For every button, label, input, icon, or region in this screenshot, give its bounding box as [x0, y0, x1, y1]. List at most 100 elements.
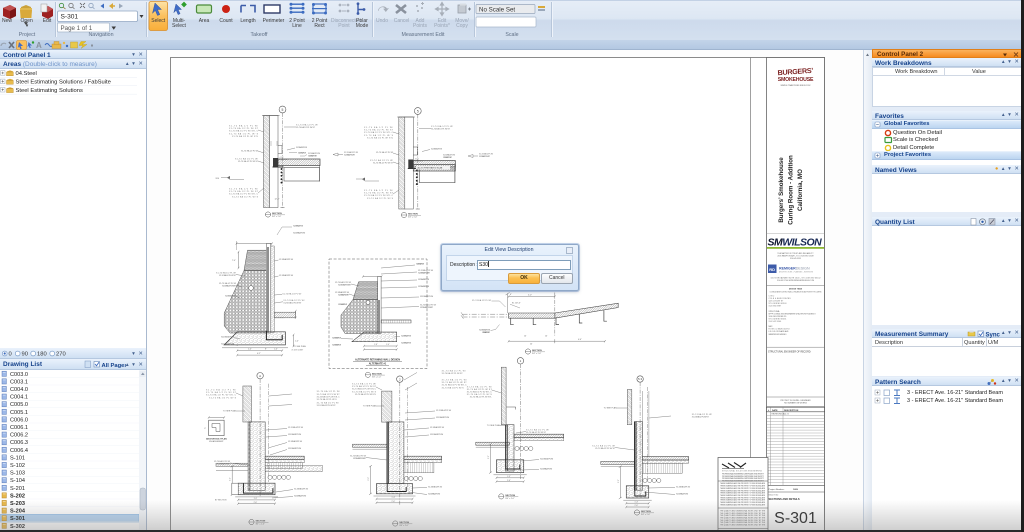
svg-text:X1-T4 EA 1/2 PL W/: X1-T4 EA 1/2 PL W/ [443, 153, 456, 156]
svg-text:X1-T4 EA 1/2 PL W/ ST: X1-T4 EA 1/2 PL W/ ST [308, 154, 318, 157]
svg-text:X1-T4 EA 1/2 PL W/ ST: X1-T4 EA 1/2 PL W/ ST [229, 190, 259, 193]
svg-text:X1-T4 EA 1/2 PL W/ ST: X1-T4 EA 1/2 PL W/ ST [238, 160, 259, 163]
svg-text:X1-T4 EA 1/2 PL W/: X1-T4 EA 1/2 PL W/ [241, 150, 258, 153]
svg-text:90: 90 [22, 352, 28, 358]
svg-text:180: 180 [37, 352, 47, 358]
svg-text:California, MO: California, MO [797, 169, 804, 211]
svg-text:S-101: S-101 [10, 455, 25, 461]
svg-text:TO SEE PLAN: TO SEE PLAN [223, 410, 237, 413]
svg-text:X1-T4 EA 1/2 PL W/: X1-T4 EA 1/2 PL W/ [288, 447, 301, 450]
svg-text:DESIGN TEAM: DESIGN TEAM [789, 288, 803, 291]
svg-text:X1-T4 EA 1/2 PL W/ ST: X1-T4 EA 1/2 PL W/ ST [443, 156, 453, 159]
svg-text:C005.0: C005.0 [10, 402, 28, 408]
svg-text:X1-T4 EA 1/2 PL W/ S: X1-T4 EA 1/2 PL W/ S [317, 398, 338, 401]
svg-text:ROSS & BARUZZINI: ROSS & BARUZZINI [769, 328, 791, 331]
svg-text:2'-2": 2'-2" [230, 477, 232, 481]
svg-text:ALTERNATE RETAINING WALL DESIG: ALTERNATE RETAINING WALL DESIGN [355, 359, 400, 362]
svg-text:X1-T4 EA 1/2 PL W/ S: X1-T4 EA 1/2 PL W/ S [364, 134, 394, 137]
svg-text:A: A [259, 374, 261, 378]
svg-text:314.682.1700 WWW.REMIGERDESIG: 314.682.1700 WWW.REMIGERDESIGN.COM [777, 280, 814, 282]
svg-text:X1-T4 EA 1/2 PL W/ STL: X1-T4 EA 1/2 PL W/ STL [367, 136, 394, 139]
svg-text:X1-T4 EA 1/2 PL W/ STL C: X1-T4 EA 1/2 PL W/ STL C [352, 388, 377, 391]
svg-text:270: 270 [56, 352, 66, 358]
svg-text:X1-T4 EA 1/2 PL W/ S: X1-T4 EA 1/2 PL W/ S [352, 390, 377, 393]
svg-text:X1-T4 EA 1/2 PL W/ ST: X1-T4 EA 1/2 PL W/ ST [595, 447, 616, 450]
svg-text:X1-T4 EA 1/2 PL W/ ST: X1-T4 EA 1/2 PL W/ ST [222, 285, 237, 288]
svg-text:S-103: S-103 [10, 471, 25, 477]
svg-text:X1-T4 EA 1/2 PL W/: X1-T4 EA 1/2 PL W/ [293, 225, 303, 228]
svg-text:2'-2": 2'-2" [368, 477, 370, 481]
svg-text:X1-T4 EA 1/2 PL W/ ST: X1-T4 EA 1/2 PL W/ ST [431, 128, 451, 131]
svg-text:C003.0: C003.0 [10, 372, 28, 378]
svg-text:314.984.9887: 314.984.9887 [769, 306, 782, 308]
svg-text:5'-0": 5'-0" [528, 295, 532, 297]
svg-text:X1-T4 EA 1/2 PL W/: X1-T4 EA 1/2 PL W/ [335, 291, 349, 294]
svg-text:C004.1: C004.1 [10, 395, 28, 401]
svg-text:X1-T4 EA 1/2 PL W/ ST: X1-T4 EA 1/2 PL W/ ST [317, 393, 341, 396]
svg-text:X1-T4 EA 1/2 PL W/: X1-T4 EA 1/2 PL W/ [370, 159, 393, 162]
svg-text:5: 5 [417, 109, 419, 113]
svg-text:X1-T4 EA 1/2 PL W/ S: X1-T4 EA 1/2 PL W/ S [442, 386, 465, 389]
svg-text:All Pages: All Pages [102, 363, 127, 369]
svg-text:X1-T4 EA 1/2 PL W/: X1-T4 EA 1/2 PL W/ [418, 278, 429, 281]
svg-text:X1-T4 EA 1/2 PL W/ ST: X1-T4 EA 1/2 PL W/ ST [219, 274, 237, 277]
svg-text:X1-T4 EA 1/2 PL W/: X1-T4 EA 1/2 PL W/ [420, 304, 436, 307]
svg-text:X1-T4 EA 1/2 PL W/: X1-T4 EA 1/2 PL W/ [592, 445, 615, 448]
svg-text:C006.1: C006.1 [10, 425, 28, 431]
svg-text:X1-T4 EA 1/2 PL W/ S: X1-T4 EA 1/2 PL W/ S [209, 396, 237, 399]
svg-text:3/4" = 1'-0": 3/4" = 1'-0" [372, 376, 382, 378]
svg-text:X1-T4 EA 1/2 PL W/: X1-T4 EA 1/2 PL W/ [338, 303, 347, 306]
svg-text:DATE: DATE [772, 409, 778, 412]
svg-text:TO SEE PLAN: TO SEE PLAN [487, 424, 501, 427]
svg-text:2'-2": 2'-2" [488, 455, 490, 459]
svg-text:X1-T4 EA 1/2 PL W/: X1-T4 EA 1/2 PL W/ [332, 337, 341, 340]
svg-text:X1-T4 EA 1/2 PL W/: X1-T4 EA 1/2 PL W/ [221, 336, 234, 339]
svg-text:ANCHOR BOLT PLAN: ANCHOR BOLT PLAN [206, 438, 227, 441]
svg-text:X1-T4 EA 1/2 PL W/: X1-T4 EA 1/2 PL W/ [431, 125, 453, 128]
svg-text:X1-T4 EA 1/2 PL W/ S: X1-T4 EA 1/2 PL W/ S [467, 393, 493, 396]
svg-text:X1-T4 EA 1/2 PL W/: X1-T4 EA 1/2 PL W/ [279, 258, 293, 261]
svg-text:2'-6": 2'-6" [635, 505, 639, 507]
svg-text:X1-T4 EA 1/2 PL W/ STL C: X1-T4 EA 1/2 PL W/ STL C [467, 391, 493, 394]
svg-text:X1-T4 EA 1/2 PL W/: X1-T4 EA 1/2 PL W/ [335, 281, 351, 284]
svg-text:X1-T4 EA 1/2 PL W/: X1-T4 EA 1/2 PL W/ [317, 390, 340, 393]
svg-text:SECTIONS AND DETAILS: SECTIONS AND DETAILS [769, 497, 800, 501]
svg-text:7'-4": 7'-4" [232, 260, 236, 262]
svg-text:C006.2: C006.2 [10, 433, 28, 439]
svg-text:X1-T4 EA 1/2 PL W/: X1-T4 EA 1/2 PL W/ [296, 146, 308, 149]
svg-text:6 S OLD ORCHARD AVE: 6 S OLD ORCHARD AVE [769, 330, 790, 333]
svg-text:X1-T4 EA 1/2 PL W/ STL C: X1-T4 EA 1/2 PL W/ STL C [317, 395, 341, 398]
svg-text:WEBSTER GROVES MO: WEBSTER GROVES MO [769, 334, 787, 336]
svg-text:X1-T4 EA 1/2 PL W/ STL C: X1-T4 EA 1/2 PL W/ STL C [229, 130, 259, 133]
svg-text:C006.0: C006.0 [10, 417, 28, 423]
svg-text:S-102: S-102 [10, 463, 25, 469]
svg-text:X1-T4 EA 1/2 PL W/: X1-T4 EA 1/2 PL W/ [442, 370, 466, 373]
svg-text:X1-T4 EA 1/2 PL W/ ST: X1-T4 EA 1/2 PL W/ ST [296, 126, 316, 129]
svg-text:TO SEE PLAN: TO SEE PLAN [363, 405, 377, 408]
svg-text:X1-T4 EA 1/2 PL W/: X1-T4 EA 1/2 PL W/ [430, 426, 444, 429]
svg-text:X1-T4 EA 1/2 PL W/: X1-T4 EA 1/2 PL W/ [332, 344, 341, 347]
svg-text:BY SECTION: BY SECTION [215, 500, 227, 502]
svg-text:X1-T4 EA 1/2 PL W/ S: X1-T4 EA 1/2 PL W/ S [367, 197, 394, 200]
svg-text:2'-6": 2'-6" [254, 502, 258, 504]
svg-text:EL 107'-6": EL 107'-6" [512, 302, 521, 304]
svg-text:S-302: S-302 [10, 524, 25, 530]
svg-text:S-301: S-301 [774, 510, 817, 527]
svg-text:C004.0: C004.0 [10, 387, 28, 393]
svg-text:X1-T4 EA 1/2 PL W/ ST: X1-T4 EA 1/2 PL W/ ST [467, 388, 493, 391]
svg-text:X1-T4 EA 1/2 PL W/: X1-T4 EA 1/2 PL W/ [526, 429, 549, 432]
svg-text:X1-T4 EA 1/2 PL W/: X1-T4 EA 1/2 PL W/ [298, 151, 307, 154]
svg-text:X1-T4 EA 1/2 PL W/: X1-T4 EA 1/2 PL W/ [428, 486, 442, 489]
svg-text:SIMPLE TRADITIONS SINCE 1952: SIMPLE TRADITIONS SINCE 1952 [781, 84, 811, 87]
svg-text:X1-T4 EA 1/2 PL W/: X1-T4 EA 1/2 PL W/ [401, 335, 411, 338]
svg-text:1'-3": 1'-3" [254, 498, 258, 500]
svg-text:X1-T4 EA 1/2 PL W/ ST: X1-T4 EA 1/2 PL W/ ST [344, 153, 356, 156]
svg-text:X1-T4 EA 1/2 PL W/: X1-T4 EA 1/2 PL W/ [221, 343, 234, 346]
svg-text:04.Steel: 04.Steel [16, 71, 37, 77]
svg-text:COLE & ASSOCIATES: COLE & ASSOCIATES [769, 297, 792, 300]
svg-text:X1-T4 EA 1/2 PL W/ ST: X1-T4 EA 1/2 PL W/ ST [442, 372, 464, 375]
svg-text:X1-T4 EA 1/2 PL W/: X1-T4 EA 1/2 PL W/ [430, 433, 443, 436]
svg-text:3/4" = 1'-0": 3/4" = 1'-0" [505, 498, 515, 500]
svg-text:X1-T4 EA 1/2 PL W/ ST: X1-T4 EA 1/2 PL W/ ST [479, 155, 491, 158]
svg-text:S-301: S-301 [10, 516, 25, 522]
